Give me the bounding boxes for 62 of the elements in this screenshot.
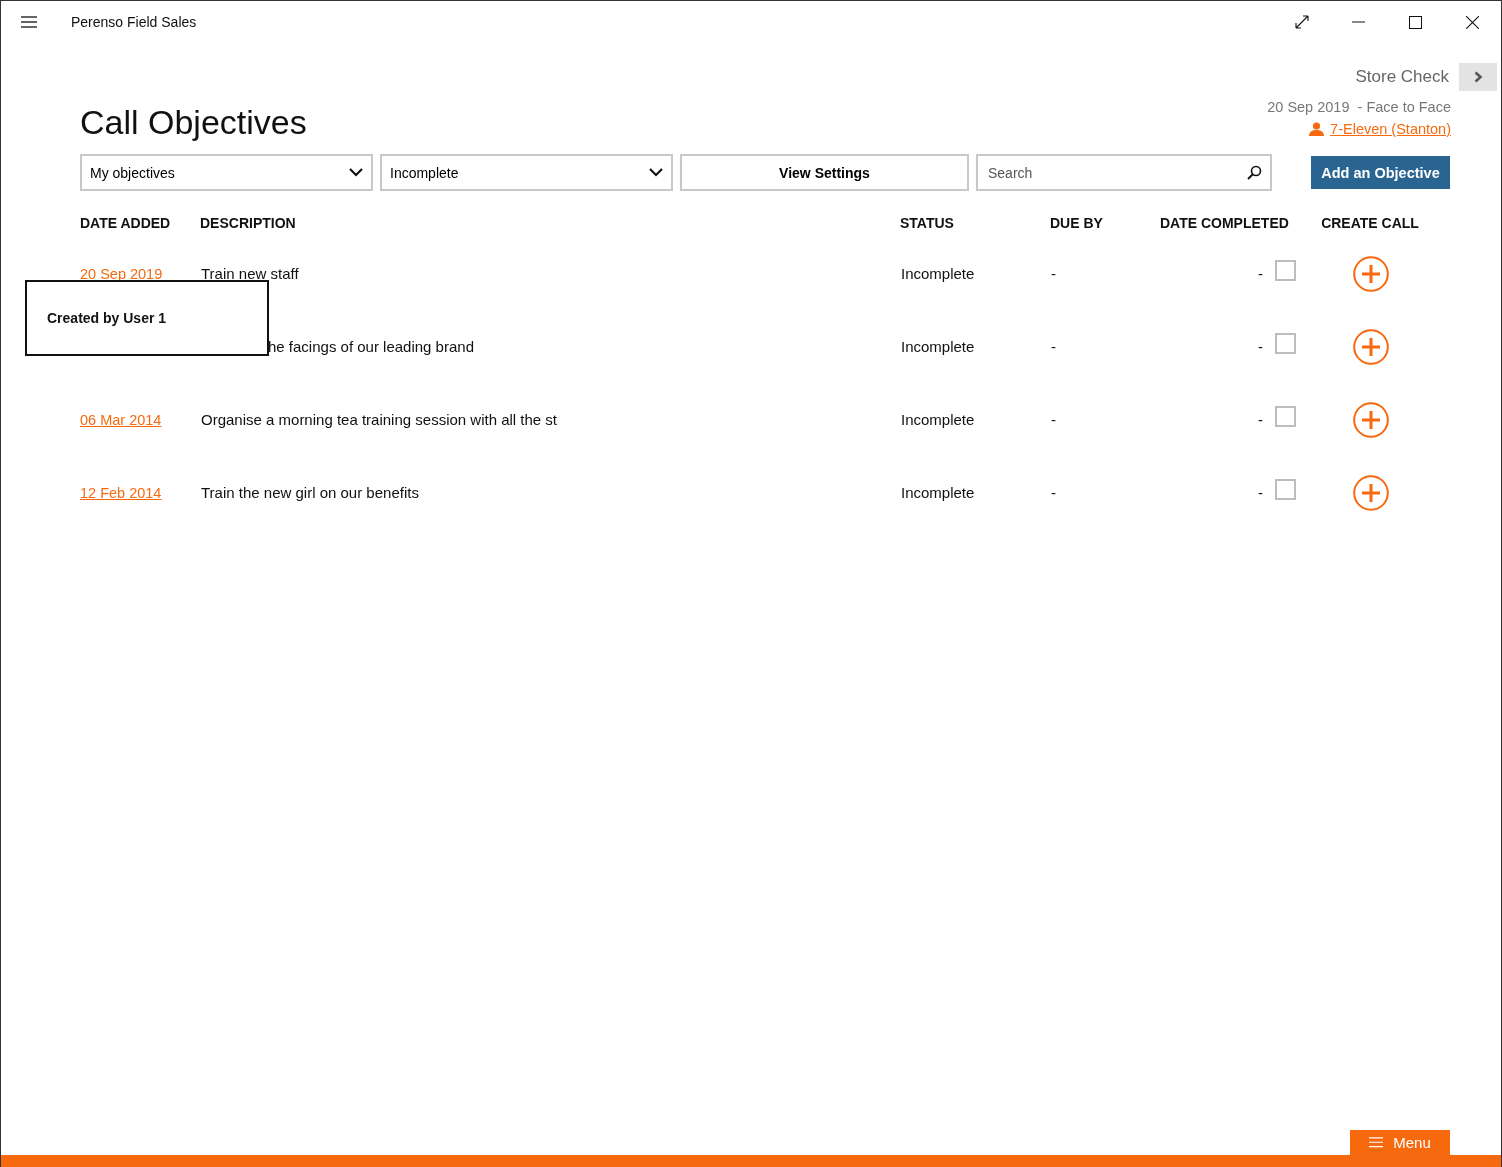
- create-call-button[interactable]: [1353, 255, 1389, 292]
- minimize-icon: [1352, 21, 1365, 23]
- filter-dropdown[interactable]: My objectives: [80, 154, 373, 191]
- description-text: Organise a morning tea training session with all the st: [200, 411, 557, 428]
- completed-checkbox[interactable]: [1275, 333, 1296, 354]
- date-completed-text: -: [1257, 338, 1263, 355]
- status-text: Incomplete: [900, 338, 975, 355]
- plus-circle-icon: [1353, 401, 1389, 438]
- close-icon: [1466, 15, 1479, 29]
- menu-icon: [1369, 1137, 1384, 1148]
- window-title: Perenso Field Sales: [71, 14, 198, 30]
- search-field[interactable]: Search: [976, 154, 1272, 191]
- page-title: Call Objectives: [80, 103, 307, 142]
- due-by-text: -: [1050, 265, 1056, 282]
- call-info: 20 Sep 2019 - Face to Face: [1267, 99, 1451, 115]
- plus-circle-icon: [1353, 255, 1389, 292]
- tooltip-text: Created by User 1: [47, 310, 167, 326]
- filter-dropdown[interactable]: Incomplete: [380, 154, 673, 191]
- description-text: Train the new girl on our benefits: [200, 484, 419, 501]
- due-by-text: -: [1050, 484, 1056, 501]
- column-header: STATUS: [900, 214, 955, 233]
- date-completed-text: -: [1257, 411, 1263, 428]
- date-link[interactable]: 20 Sep 2019: [80, 265, 163, 282]
- create-call-button[interactable]: [1353, 474, 1389, 511]
- expand-icon: [1294, 15, 1309, 29]
- add-objective-button[interactable]: Add an Objective: [1311, 156, 1450, 189]
- plus-circle-icon: [1353, 328, 1389, 365]
- description-text: he facings of our leading brand: [267, 338, 474, 355]
- menu-button[interactable]: Menu: [1350, 1130, 1450, 1155]
- status-text: Incomplete: [900, 265, 975, 282]
- status-text: Incomplete: [900, 411, 975, 428]
- column-header: DATE COMPLETED: [1160, 214, 1290, 233]
- maximize-icon: [1409, 15, 1422, 29]
- person-icon: [1309, 122, 1325, 136]
- column-header: CREATE CALL: [1320, 214, 1420, 233]
- search-icon: [1247, 165, 1262, 180]
- create-call-button[interactable]: [1353, 328, 1389, 365]
- due-by-text: -: [1050, 338, 1056, 355]
- completed-checkbox[interactable]: [1275, 406, 1296, 427]
- view-settings-button[interactable]: View Settings: [680, 154, 969, 191]
- menu-icon: [21, 16, 37, 28]
- status-text: Incomplete: [900, 484, 975, 501]
- date-link[interactable]: 06 Mar 2014: [80, 411, 162, 428]
- date-link[interactable]: 12 Feb 2014: [80, 484, 162, 501]
- description-text: Train new staff: [200, 265, 299, 282]
- chevron-down-icon: [349, 168, 363, 177]
- chevron-down-icon: [649, 168, 663, 177]
- date-completed-text: -: [1257, 265, 1263, 282]
- menu-button[interactable]: [21, 16, 37, 28]
- chevron-right-icon: [1473, 71, 1483, 83]
- next-step-label: Store Check: [1355, 67, 1449, 87]
- customer-link[interactable]: 7-Eleven (Stanton): [1309, 121, 1451, 137]
- plus-circle-icon: [1353, 474, 1389, 511]
- completed-checkbox[interactable]: [1275, 479, 1296, 500]
- next-button[interactable]: [1459, 63, 1497, 91]
- column-header: DUE BY: [1050, 214, 1104, 233]
- date-completed-text: -: [1257, 484, 1263, 501]
- due-by-text: -: [1050, 411, 1056, 428]
- column-header: DATE ADDED: [80, 214, 172, 233]
- column-header: DESCRIPTION: [200, 214, 297, 233]
- create-call-button[interactable]: [1353, 401, 1389, 438]
- completed-checkbox[interactable]: [1275, 260, 1296, 281]
